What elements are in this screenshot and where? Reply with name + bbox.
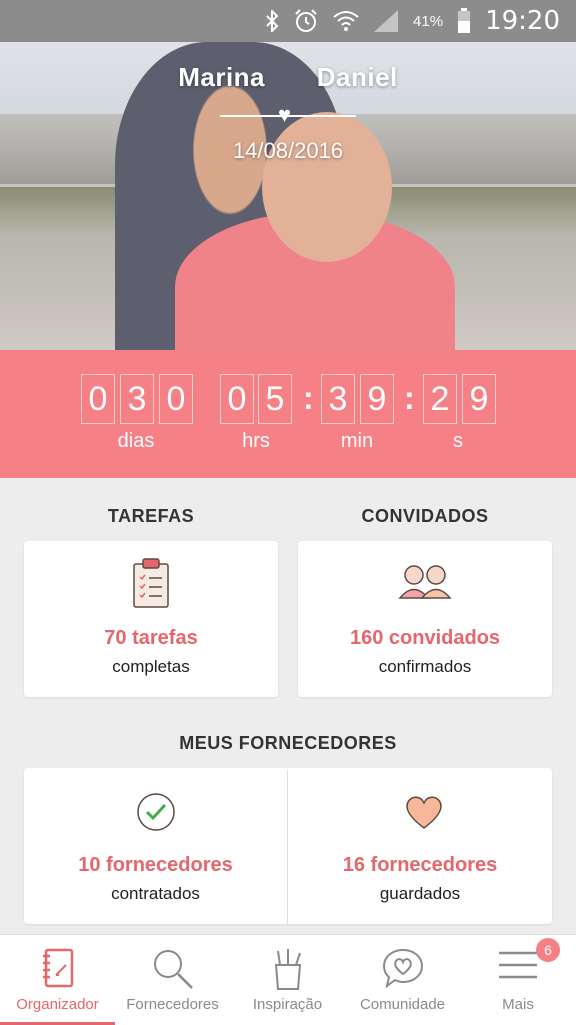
hours-digit: 0 [220,374,254,424]
time-separator: : [303,380,314,416]
guests-card[interactable]: 160 convidados confirmados [298,541,552,697]
days-digit: 0 [81,374,115,424]
tab-label: Mais [502,996,534,1013]
tab-inspiracao[interactable]: Inspiração [230,935,345,1025]
days-digit: 3 [120,374,154,424]
seconds-label: s [453,430,463,452]
guests-count: 160 convidados [349,627,501,649]
check-circle-icon [137,793,175,831]
hours-digit: 5 [258,374,292,424]
days-digit: 0 [159,374,193,424]
bluetooth-icon [266,10,279,32]
tab-label: Comunidade [359,996,446,1013]
tasks-sub: completas [112,657,190,676]
tasks-card[interactable]: 70 tarefas completas [24,541,278,697]
saved-count: 16 fornecedores [342,854,498,876]
tasks-count: 70 tarefas [104,627,198,649]
notification-badge: 6 [536,938,560,962]
partner-name-2: Daniel [316,62,398,92]
partner-name-1: Marina [178,62,266,92]
days-label: dias [117,430,155,452]
hired-vendors[interactable]: 10 fornecedores contratados [24,768,287,924]
tab-label: Fornecedores [126,996,219,1013]
seconds-digit: 2 [423,374,457,424]
guests-icon [398,565,452,599]
hired-sub: contratados [111,884,200,903]
clipboard-icon [133,558,169,608]
pencil-cup-icon [274,949,301,990]
heart-icon [406,796,442,829]
saved-sub: guardados [379,884,461,903]
hired-count: 10 fornecedores [78,854,233,876]
tab-organizador[interactable]: Organizador [0,935,115,1025]
notebook-icon [42,948,73,988]
guests-title: CONVIDADOS [361,506,489,526]
tab-label: Organizador [16,996,99,1013]
alarm-icon [295,9,317,32]
time-separator: : [404,380,415,416]
tab-fornecedores[interactable]: Fornecedores [115,935,230,1025]
battery-percent: 41% [413,12,444,30]
heart-icon: ♥ [278,102,292,127]
couple-names: Marina Daniel [0,62,576,93]
search-icon [153,950,193,989]
battery-icon [458,8,471,33]
status-bar: 41% 19:20 [0,0,576,42]
chat-heart-icon [382,948,423,989]
clock: 19:20 [485,6,560,36]
tasks-title: TAREFAS [107,506,195,526]
minutes-label: min [340,430,374,452]
vendors-title: MEUS FORNECEDORES [179,733,397,753]
photo-person-woman [262,112,392,262]
countdown: 0 3 0 0 5 : 3 9 : 2 9 dias hrs min s [0,350,576,478]
guests-sub: confirmados [378,657,472,676]
bottom-nav: Organizador Fornecedores Inspiração Comu… [0,934,576,1025]
signal-icon [374,10,399,32]
saved-vendors[interactable]: 16 fornecedores guardados [288,768,552,924]
couple-photo[interactable]: Marina Daniel ♥ 14/08/2016 [0,42,576,350]
minutes-digit: 3 [321,374,355,424]
menu-icon [499,951,537,979]
tab-comunidade[interactable]: Comunidade [345,935,460,1025]
minutes-digit: 9 [360,374,394,424]
hours-label: hrs [242,430,270,452]
wedding-date: 14/08/2016 [232,138,344,163]
tab-label: Inspiração [252,996,323,1013]
seconds-digit: 9 [462,374,496,424]
wifi-icon [333,11,359,31]
